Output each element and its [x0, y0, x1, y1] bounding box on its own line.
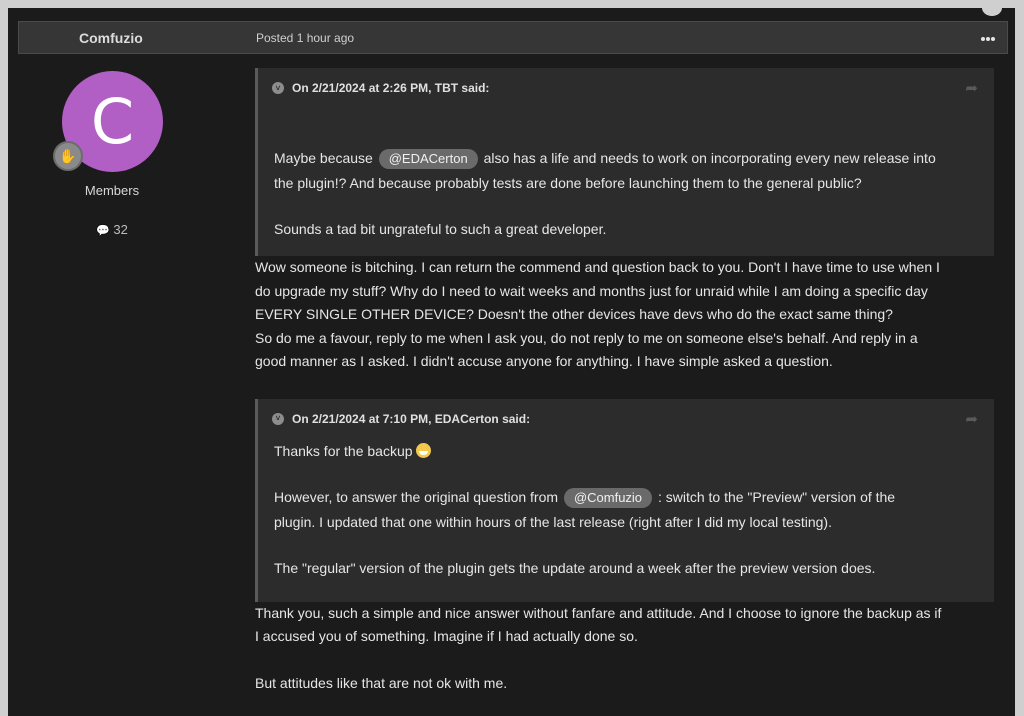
- scroll-indicator: [982, 8, 1002, 16]
- quote-text: Thanks for the backup: [274, 442, 413, 459]
- share-arrow-icon[interactable]: ➦: [965, 410, 978, 428]
- more-dot-icon: [986, 37, 990, 41]
- quote-citation[interactable]: On 2/21/2024 at 2:26 PM, TBT said:: [292, 81, 489, 95]
- paragraph-line: do upgrade my stuff? Why do I need to wa…: [255, 282, 928, 299]
- paragraph-line: Wow someone is bitching. I can return th…: [255, 259, 940, 275]
- reply-text: Thank you, such a simple and nice answer…: [255, 602, 1003, 696]
- quote-citation[interactable]: On 2/21/2024 at 7:10 PM, EDACerton said:: [292, 412, 530, 426]
- more-dot-icon: [981, 37, 985, 41]
- post-count: 💬 32: [48, 222, 176, 237]
- reply-text: Wow someone is bitching. I can return th…: [255, 256, 1003, 374]
- quote-header: ˅ On 2/21/2024 at 7:10 PM, EDACerton sai…: [258, 399, 994, 439]
- paragraph-line: EVERY SINGLE OTHER DEVICE? Doesn't the o…: [255, 306, 893, 322]
- author-name-link[interactable]: Comfuzio: [79, 30, 143, 46]
- quote-text: The "regular" version of the plugin gets…: [274, 559, 876, 576]
- quote-header: ˅ On 2/21/2024 at 2:26 PM, TBT said: ➦: [258, 68, 994, 108]
- mention-link[interactable]: @EDACerton: [378, 149, 478, 169]
- posted-time[interactable]: Posted 1 hour ago: [256, 31, 354, 45]
- quote-block: ˅ On 2/21/2024 at 7:10 PM, EDACerton sai…: [255, 398, 994, 602]
- member-group: Members: [84, 183, 140, 198]
- quote-body: Thanks for the backup However, to answer…: [258, 439, 994, 581]
- quote-text: : switch to the "Preview" version of the: [657, 488, 896, 505]
- comment-icon: 💬: [96, 225, 110, 237]
- paragraph-line: I accused you of something. Imagine if I…: [255, 628, 638, 644]
- quote-text: plugin. I updated that one within hours …: [274, 513, 832, 530]
- paragraph-line: Thank you, such a simple and nice answer…: [255, 604, 942, 621]
- forum-post: Comfuzio Posted 1 hour ago C ✋ Members 💬…: [8, 8, 1015, 716]
- collapse-toggle-icon[interactable]: ˅: [272, 82, 284, 94]
- post-content: ˅ On 2/21/2024 at 2:26 PM, TBT said: ➦ M…: [255, 68, 1003, 695]
- paragraph-line: But attitudes like that are not ok with …: [255, 674, 508, 691]
- quote-body: Maybe because @EDACerton also has a life…: [258, 108, 994, 242]
- more-options-button[interactable]: [980, 31, 995, 41]
- grin-emoji-icon: [416, 442, 432, 458]
- paragraph-line: So do me a favour, reply to me when I as…: [255, 329, 918, 346]
- mention-link[interactable]: @Comfuzio: [563, 487, 653, 508]
- rank-badge-icon[interactable]: ✋: [53, 141, 83, 171]
- avatar-letter: C: [90, 85, 135, 158]
- more-dot-icon: [991, 37, 995, 41]
- quote-block: ˅ On 2/21/2024 at 2:26 PM, TBT said: ➦ M…: [255, 68, 994, 256]
- quote-text: Maybe because: [274, 150, 373, 166]
- quote-text: Sounds a tad bit ungrateful to such a gr…: [274, 221, 607, 237]
- quote-text: However, to answer the original question…: [274, 488, 559, 505]
- collapse-toggle-icon[interactable]: ˅: [272, 412, 284, 425]
- quote-text: the plugin!? And because probably tests …: [274, 175, 862, 191]
- share-arrow-icon[interactable]: ➦: [965, 79, 978, 97]
- post-count-value: 32: [113, 222, 128, 237]
- paragraph-line: good manner as I asked. I didn't accuse …: [255, 353, 833, 369]
- quote-text: also has a life and needs to work on inc…: [483, 150, 936, 166]
- post-header: Comfuzio Posted 1 hour ago: [18, 21, 1008, 54]
